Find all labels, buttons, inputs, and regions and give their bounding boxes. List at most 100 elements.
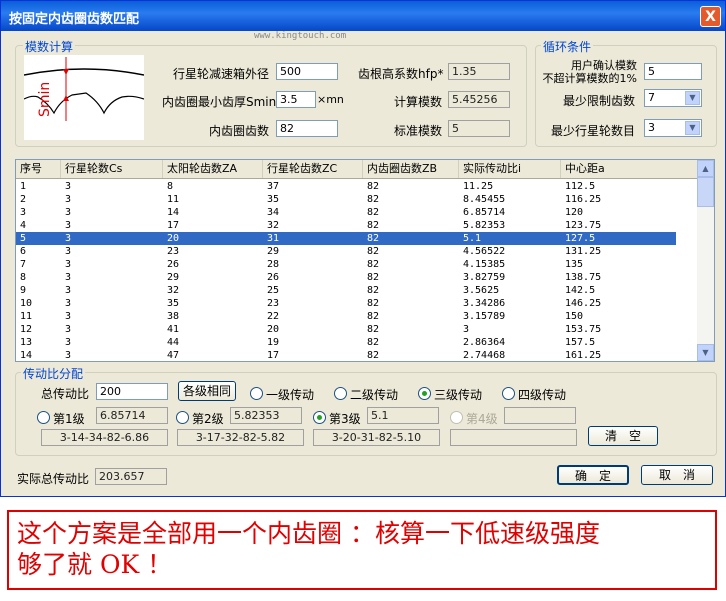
level-1-ratio: 6.85714 — [96, 407, 168, 424]
table-row[interactable]: 7 3 26 28 82 4.15385 135 — [16, 258, 676, 271]
table-cell: 135 — [565, 259, 584, 270]
min-planet-select[interactable]: 3 ▼ — [644, 119, 702, 137]
table-cell: 32 — [167, 285, 180, 296]
outer-diameter-input[interactable]: 500 — [276, 63, 338, 80]
outer-diameter-label: 行星轮减速箱外径 — [173, 67, 270, 81]
stage-4-label[interactable]: 四级传动 — [518, 386, 566, 403]
table-row[interactable]: 10 3 35 23 82 3.34286 146.25 — [16, 297, 676, 310]
min-thickness-input[interactable]: 3.5 — [276, 91, 316, 108]
header-sun-teeth[interactable]: 太阳轮齿数ZA — [163, 160, 263, 178]
table-cell: 35 — [267, 194, 280, 205]
table-cell: 3 — [65, 298, 72, 309]
table-row[interactable]: 12 3 41 20 82 3 153.75 — [16, 323, 676, 336]
table-cell: 3 — [65, 194, 72, 205]
header-center-distance[interactable]: 中心距a — [561, 160, 698, 178]
table-row[interactable]: 14 3 47 17 82 2.74468 161.25 — [16, 349, 676, 361]
header-planet-teeth[interactable]: 行星轮齿数ZC — [263, 160, 363, 178]
chevron-down-icon[interactable]: ▼ — [685, 91, 700, 105]
hfp-label: 齿根高系数hfp* — [358, 67, 444, 81]
cancel-button[interactable]: 取 消 — [641, 465, 713, 485]
table-cell: 3.82759 — [463, 272, 506, 283]
table-cell: 82 — [367, 194, 380, 205]
level-1-radio[interactable] — [37, 411, 50, 424]
table-cell: 4 — [20, 220, 27, 231]
table-cell: 8.45455 — [463, 194, 506, 205]
table-cell: 37 — [267, 181, 280, 192]
table-cell: 14 — [167, 207, 180, 218]
table-row[interactable]: 1 3 8 37 82 11.25 112.5 — [16, 180, 676, 193]
level-4-radio[interactable] — [450, 411, 463, 424]
level-1-label[interactable]: 第1级 — [53, 410, 85, 427]
min-limit-select[interactable]: 7 ▼ — [644, 89, 702, 107]
table-row[interactable]: 2 3 11 35 82 8.45455 116.25 — [16, 193, 676, 206]
close-button[interactable]: X — [700, 6, 721, 27]
table-cell: 11.25 — [463, 181, 494, 192]
scroll-thumb[interactable] — [697, 177, 714, 207]
table-cell: 26 — [167, 259, 180, 270]
header-ring-teeth[interactable]: 内齿圈齿数ZB — [363, 160, 459, 178]
table-cell: 8 — [167, 181, 174, 192]
min-planet-value: 3 — [648, 121, 655, 134]
stage-1-radio[interactable] — [250, 387, 263, 400]
table-cell: 3 — [65, 272, 72, 283]
table-cell: 11 — [167, 194, 180, 205]
user-module-input[interactable]: 5 — [644, 63, 702, 80]
table-cell: 112.5 — [565, 181, 596, 192]
scheme-table[interactable]: 序号 行星轮数Cs 太阳轮齿数ZA 行星轮齿数ZC 内齿圈齿数ZB 实际传动比i… — [15, 159, 715, 362]
table-cell: 20 — [167, 233, 180, 244]
table-cell: 138.75 — [565, 272, 602, 283]
table-cell: 5.1 — [463, 233, 482, 244]
header-planet-count[interactable]: 行星轮数Cs — [61, 160, 163, 178]
header-index[interactable]: 序号 — [16, 160, 61, 178]
stage-3-radio[interactable] — [418, 387, 431, 400]
table-cell: 8 — [20, 272, 27, 283]
table-row[interactable]: 13 3 44 19 82 2.86364 157.5 — [16, 336, 676, 349]
table-row[interactable]: 3 3 14 34 82 6.85714 120 — [16, 206, 676, 219]
table-vscrollbar[interactable]: ▲ ▼ — [697, 160, 714, 361]
same-ratio-button[interactable]: 各级相同 — [178, 381, 236, 401]
min-thickness-unit: ×mn — [317, 93, 344, 106]
table-cell: 150 — [565, 311, 584, 322]
table-row[interactable]: 11 3 38 22 82 3.15789 150 — [16, 310, 676, 323]
table-row[interactable]: 9 3 32 25 82 3.5625 142.5 — [16, 284, 676, 297]
table-row[interactable]: 8 3 29 26 82 3.82759 138.75 — [16, 271, 676, 284]
table-cell: 29 — [267, 246, 280, 257]
level-2-label[interactable]: 第2级 — [192, 410, 224, 427]
calc-module-label: 计算模数 — [394, 95, 443, 109]
level-4-scheme — [450, 429, 577, 446]
stage-1-label[interactable]: 一级传动 — [266, 386, 314, 403]
stage-3-label[interactable]: 三级传动 — [434, 386, 482, 403]
table-cell: 10 — [20, 298, 33, 309]
ring-teeth-input[interactable]: 82 — [276, 120, 338, 137]
table-cell: 3 — [65, 220, 72, 231]
total-ratio-input[interactable]: 200 — [96, 383, 168, 400]
level-3-label[interactable]: 第3级 — [329, 410, 361, 427]
header-ratio[interactable]: 实际传动比i — [459, 160, 561, 178]
chevron-down-icon[interactable]: ▼ — [685, 121, 700, 135]
table-cell: 2 — [20, 194, 27, 205]
stage-4-radio[interactable] — [502, 387, 515, 400]
clear-button[interactable]: 清 空 — [588, 426, 658, 446]
table-cell: 3 — [463, 324, 470, 335]
stage-2-label[interactable]: 二级传动 — [350, 386, 398, 403]
table-cell: 23 — [167, 246, 180, 257]
level-4-label[interactable]: 第4级 — [466, 410, 498, 427]
scroll-up-icon[interactable]: ▲ — [697, 160, 714, 177]
level-3-radio[interactable] — [313, 411, 326, 424]
level-2-radio[interactable] — [176, 411, 189, 424]
table-cell: 5.82353 — [463, 220, 506, 231]
table-row[interactable]: 4 3 17 32 82 5.82353 123.75 — [16, 219, 676, 232]
stage-2-radio[interactable] — [334, 387, 347, 400]
table-cell: 2.86364 — [463, 337, 506, 348]
table-cell: 3.5625 — [463, 285, 500, 296]
ok-button[interactable]: 确 定 — [557, 465, 629, 485]
table-cell: 17 — [267, 350, 280, 361]
diagram-smin-label: Smin — [37, 81, 53, 117]
min-thickness-label: 内齿圈最小齿厚Smin — [162, 95, 277, 109]
scroll-down-icon[interactable]: ▼ — [697, 344, 714, 361]
user-module-label-2: 不超计算模数的1% — [542, 72, 637, 85]
annotation-line-2: 够了就 OK ！ — [17, 550, 173, 579]
table-cell: 82 — [367, 259, 380, 270]
table-row[interactable]: 6 3 23 29 82 4.56522 131.25 — [16, 245, 676, 258]
table-row[interactable]: 5 3 20 31 82 5.1 127.5 — [16, 232, 676, 245]
